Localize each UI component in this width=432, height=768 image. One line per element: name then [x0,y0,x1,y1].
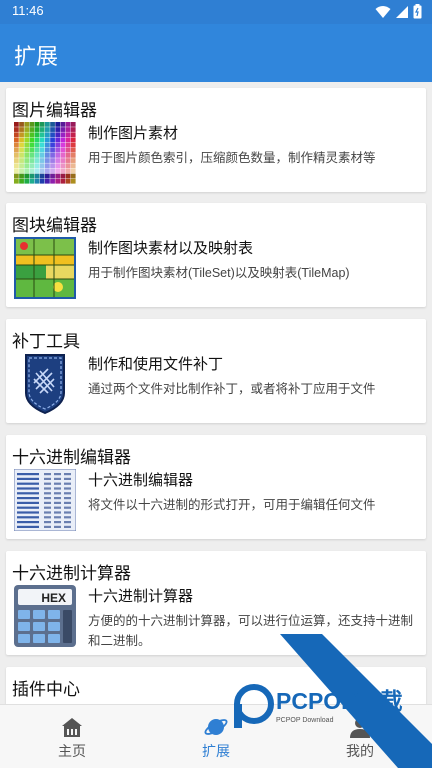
tileset-icon [14,237,76,299]
calculator-display: HEX [41,591,66,605]
card-image-editor[interactable]: 图片编辑器 制作图片素材 用于图片颜色索引，压缩颜色数量，制作精灵素材等 [6,88,426,192]
battery-icon [413,4,422,19]
page-title: 扩展 [14,44,59,69]
card-title: 补丁工具 [12,332,80,351]
app-bar: 扩展 [0,24,432,82]
card-name: 制作和使用文件补丁 [88,356,224,373]
card-name: 十六进制编辑器 [88,472,194,489]
status-icons [375,4,422,19]
calculator-icon: HEX [14,585,76,647]
nav-label: 主页 [58,743,86,759]
status-time: 11:46 [12,3,44,18]
watermark-brand: PCPOP下载 [276,688,403,714]
card-title: 十六进制计算器 [12,564,131,583]
card-hex-editor[interactable]: 十六进制编辑器 十六进制编辑器 将文件以十六进制的形式打开，可用于编辑任何文件 [6,435,426,539]
card-title: 十六进制编辑器 [12,448,131,467]
planet-icon [204,719,228,735]
palette-grid-icon [14,122,76,184]
card-description: 用于图片颜色索引，压缩颜色数量，制作精灵素材等 [88,151,376,165]
card-title: 插件中心 [12,680,80,699]
home-icon [62,718,82,737]
watermark-logo: PCPOP下载 PCPOP Download [234,684,403,728]
card-description: 用于制作图块素材(TileSet)以及映射表(TileMap) [88,266,350,280]
card-description: 通过两个文件对比制作补丁，或者将补丁应用于文件 [88,382,376,396]
card-title: 图块编辑器 [12,216,97,235]
card-patch-tool[interactable]: 补丁工具 制作和使用文件补丁 通过两个文件对比制作补丁，或者将补丁应用于文件 [6,319,426,423]
card-tile-editor[interactable]: 图块编辑器 制作图块素材以及映射表 用于制作图块素材(TileSet)以及映射表… [6,203,426,307]
card-name: 制作图块素材以及映射表 [88,240,254,257]
card-description: 将文件以十六进制的形式打开，可用于编辑任何文件 [88,498,376,512]
nav-label: 扩展 [202,743,230,759]
signal-icon [396,5,408,18]
hex-dump-icon [14,469,76,531]
patch-icon [25,354,65,415]
nav-item-home[interactable]: 主页 [0,711,144,765]
card-name: 十六进制计算器 [88,588,194,605]
wifi-icon [375,5,391,18]
status-bar: 11:46 [0,0,432,24]
card-title: 图片编辑器 [12,101,97,120]
card-name: 制作图片素材 [88,125,179,142]
extension-list[interactable]: 图片编辑器 制作图片素材 用于图片颜色索引，压缩颜色数量，制作精灵素材等 图块编… [0,82,432,704]
watermark-subtext: PCPOP Download [276,717,334,724]
